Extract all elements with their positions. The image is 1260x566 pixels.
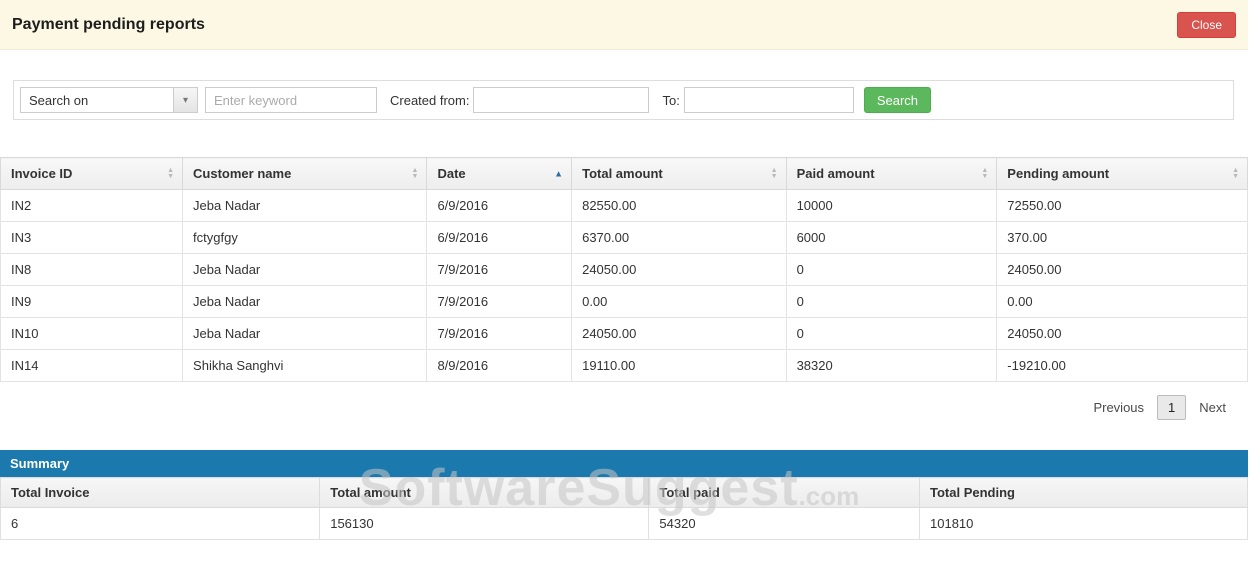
summary-value-total-pending: 101810 [920,508,1248,540]
column-header-invoice-id[interactable]: Invoice ID ▲▼ [1,158,183,190]
column-header-label: Total amount [582,166,663,181]
sort-icon: ▲▼ [412,168,419,180]
table-cell: IN10 [1,318,183,350]
table-cell: 10000 [786,190,997,222]
table-cell: Jeba Nadar [183,286,427,318]
chevron-down-icon[interactable]: ▾ [173,88,197,112]
table-cell: 24050.00 [997,318,1248,350]
summary-values-row: 6 156130 54320 101810 [1,508,1248,540]
sort-icon: ▲▼ [1232,168,1239,180]
table-header-row: Invoice ID ▲▼ Customer name ▲▼ Date ▲ To… [1,158,1248,190]
search-on-selected-value: Search on [21,88,173,112]
table-cell: 0.00 [997,286,1248,318]
pagination-previous[interactable]: Previous [1093,400,1144,415]
payment-pending-reports-page: Payment pending reports Close Search on … [0,0,1248,540]
table-cell: 24050.00 [572,318,786,350]
table-cell: 8/9/2016 [427,350,572,382]
table-cell: 0 [786,286,997,318]
table-cell: 19110.00 [572,350,786,382]
table-cell: 0 [786,318,997,350]
pagination-next[interactable]: Next [1199,400,1226,415]
table-row: IN9Jeba Nadar7/9/20160.0000.00 [1,286,1248,318]
table-cell: IN3 [1,222,183,254]
header-bar: Payment pending reports Close [0,0,1248,50]
created-from-input[interactable] [473,87,649,113]
summary-value-total-invoice: 6 [1,508,320,540]
table-cell: -19210.00 [997,350,1248,382]
summary-header: Summary [0,450,1248,477]
column-header-label: Date [437,166,465,181]
summary-section: Summary Total Invoice Total amount Total… [0,450,1248,540]
table-cell: Jeba Nadar [183,190,427,222]
summary-value-total-amount: 156130 [320,508,649,540]
keyword-input[interactable] [205,87,377,113]
search-button[interactable]: Search [864,87,931,113]
search-panel: Search on ▾ Created from: To: Search [13,80,1234,120]
pagination: Previous 1 Next [0,395,1226,420]
column-header-label: Pending amount [1007,166,1109,181]
summary-column-total-paid: Total paid [649,478,920,508]
to-input[interactable] [684,87,854,113]
page-title: Payment pending reports [12,16,205,34]
table-cell: 72550.00 [997,190,1248,222]
created-from-label: Created from: [390,93,469,108]
table-cell: 6000 [786,222,997,254]
table-cell: 6370.00 [572,222,786,254]
table-cell: 38320 [786,350,997,382]
column-header-pending-amount[interactable]: Pending amount ▲▼ [997,158,1248,190]
column-header-label: Paid amount [797,166,875,181]
sort-icon: ▲▼ [981,168,988,180]
column-header-label: Invoice ID [11,166,72,181]
sort-ascending-icon: ▲ [554,169,563,178]
table-row: IN3fctygfgy6/9/20166370.006000370.00 [1,222,1248,254]
sort-icon: ▲▼ [167,168,174,180]
summary-column-total-pending: Total Pending [920,478,1248,508]
column-header-paid-amount[interactable]: Paid amount ▲▼ [786,158,997,190]
table-row: IN2Jeba Nadar6/9/201682550.001000072550.… [1,190,1248,222]
table-cell: IN9 [1,286,183,318]
table-cell: IN14 [1,350,183,382]
summary-column-total-amount: Total amount [320,478,649,508]
search-on-dropdown[interactable]: Search on ▾ [20,87,198,113]
table-cell: 7/9/2016 [427,254,572,286]
table-cell: Jeba Nadar [183,254,427,286]
table-cell: fctygfgy [183,222,427,254]
table-cell: 6/9/2016 [427,222,572,254]
table-cell: 0.00 [572,286,786,318]
to-label: To: [662,93,679,108]
table-cell: 0 [786,254,997,286]
table-cell: 7/9/2016 [427,286,572,318]
table-cell: Jeba Nadar [183,318,427,350]
summary-value-total-paid: 54320 [649,508,920,540]
summary-header-row: Total Invoice Total amount Total paid To… [1,478,1248,508]
table-cell: 6/9/2016 [427,190,572,222]
table-cell: Shikha Sanghvi [183,350,427,382]
table-cell: IN2 [1,190,183,222]
column-header-customer-name[interactable]: Customer name ▲▼ [183,158,427,190]
table-cell: 370.00 [997,222,1248,254]
table-row: IN14Shikha Sanghvi8/9/201619110.0038320-… [1,350,1248,382]
summary-column-total-invoice: Total Invoice [1,478,320,508]
invoice-table: Invoice ID ▲▼ Customer name ▲▼ Date ▲ To… [0,157,1248,382]
column-header-date[interactable]: Date ▲ [427,158,572,190]
column-header-label: Customer name [193,166,291,181]
table-cell: IN8 [1,254,183,286]
table-cell: 24050.00 [997,254,1248,286]
table-row: IN8Jeba Nadar7/9/201624050.00024050.00 [1,254,1248,286]
column-header-total-amount[interactable]: Total amount ▲▼ [572,158,786,190]
table-row: IN10Jeba Nadar7/9/201624050.00024050.00 [1,318,1248,350]
table-cell: 24050.00 [572,254,786,286]
table-cell: 82550.00 [572,190,786,222]
invoice-table-body: IN2Jeba Nadar6/9/201682550.001000072550.… [1,190,1248,382]
close-button[interactable]: Close [1177,12,1236,38]
pagination-page-1[interactable]: 1 [1157,395,1186,420]
summary-table: Total Invoice Total amount Total paid To… [0,477,1248,540]
table-cell: 7/9/2016 [427,318,572,350]
sort-icon: ▲▼ [771,168,778,180]
